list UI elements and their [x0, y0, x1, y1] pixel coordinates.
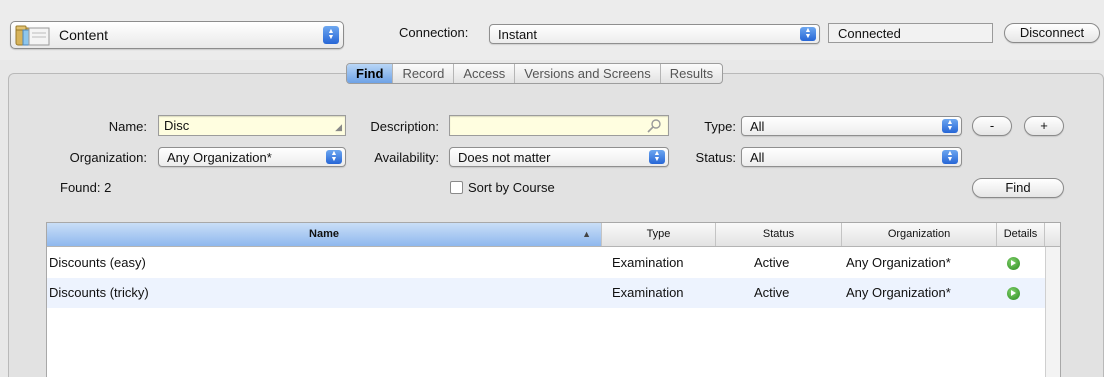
name-input-value: Disc [164, 118, 190, 133]
sort-by-course-checkbox[interactable] [450, 181, 463, 194]
column-header-name[interactable]: Name ▲ [47, 223, 602, 246]
find-button[interactable]: Find [972, 178, 1064, 198]
up-down-arrows-icon: ▲ ▼ [323, 26, 339, 44]
status-value: All [750, 150, 765, 165]
cell-type: Examination [612, 255, 684, 270]
tab-find[interactable]: Find [347, 64, 394, 83]
tab-record[interactable]: Record [393, 64, 455, 83]
resize-grip-icon: ◢ [335, 122, 342, 132]
table-row[interactable]: Discounts (tricky) Examination Active An… [47, 278, 1060, 308]
name-input[interactable]: Disc ◢ [158, 115, 346, 136]
tab-access[interactable]: Access [454, 64, 516, 83]
description-input[interactable] [449, 115, 669, 136]
column-header-details[interactable]: Details [997, 223, 1045, 246]
table-row[interactable]: Discounts (easy) Examination Active Any … [47, 248, 1060, 278]
sort-by-course-label: Sort by Course [468, 180, 555, 195]
magnifier-icon [647, 119, 661, 133]
organization-value: Any Organization* [167, 150, 272, 165]
content-selector-label: Content [59, 27, 109, 43]
connection-status: Connected [828, 23, 993, 43]
folder-icon [15, 25, 50, 46]
connection-value: Instant [498, 27, 538, 42]
type-value: All [750, 119, 765, 134]
column-header-status[interactable]: Status [716, 223, 842, 246]
cell-name: Discounts (tricky) [49, 285, 149, 300]
content-selector[interactable]: Content ▲ ▼ [10, 21, 344, 49]
organization-select[interactable]: Any Organization* ▲ ▼ [158, 147, 346, 167]
tab-versions-and-screens[interactable]: Versions and Screens [515, 64, 661, 83]
cell-status: Active [754, 255, 790, 270]
sort-ascending-icon: ▲ [582, 229, 591, 239]
add-criteria-button[interactable]: + [1024, 116, 1064, 136]
type-select[interactable]: All ▲ ▼ [741, 116, 962, 136]
go-arrow-icon[interactable] [1007, 257, 1020, 270]
cell-organization: Any Organization* [846, 255, 951, 270]
type-label: Type: [704, 119, 736, 134]
up-down-arrows-icon: ▲ ▼ [942, 119, 958, 133]
disconnect-button[interactable]: Disconnect [1004, 23, 1100, 43]
up-down-arrows-icon: ▲ ▼ [942, 150, 958, 164]
go-arrow-icon[interactable] [1007, 287, 1020, 300]
cell-organization: Any Organization* [846, 285, 951, 300]
remove-criteria-button[interactable]: - [972, 116, 1012, 136]
availability-label: Availability: [374, 150, 439, 165]
connection-label: Connection: [399, 25, 469, 40]
vertical-scrollbar[interactable] [1045, 247, 1060, 377]
up-down-arrows-icon: ▲ ▼ [326, 150, 342, 164]
up-down-arrows-icon: ▲ ▼ [649, 150, 665, 164]
cell-type: Examination [612, 285, 684, 300]
top-toolbar: Content ▲ ▼ Connection: Instant ▲ ▼ Connec… [0, 0, 1104, 60]
status-label: Status: [695, 150, 736, 165]
up-down-arrows-icon: ▲ ▼ [800, 27, 816, 41]
connection-select[interactable]: Instant ▲ ▼ [489, 24, 820, 44]
found-count: Found: 2 [60, 180, 112, 195]
description-label: Description: [370, 119, 439, 134]
column-header-organization[interactable]: Organization [842, 223, 997, 246]
status-select[interactable]: All ▲ ▼ [741, 147, 962, 167]
tab-bar: Find Record Access Versions and Screens … [346, 63, 724, 84]
cell-status: Active [754, 285, 790, 300]
tab-results[interactable]: Results [661, 64, 722, 83]
organization-label: Organization: [69, 150, 147, 165]
availability-value: Does not matter [458, 150, 551, 165]
name-label: Name: [108, 119, 147, 134]
cell-name: Discounts (easy) [49, 255, 146, 270]
connection-status-text: Connected [838, 26, 901, 41]
availability-select[interactable]: Does not matter ▲ ▼ [449, 147, 669, 167]
table-header: Name ▲ Type Status Organization Details [47, 223, 1060, 247]
results-table: Name ▲ Type Status Organization Details … [46, 222, 1061, 377]
column-header-type[interactable]: Type [602, 223, 716, 246]
